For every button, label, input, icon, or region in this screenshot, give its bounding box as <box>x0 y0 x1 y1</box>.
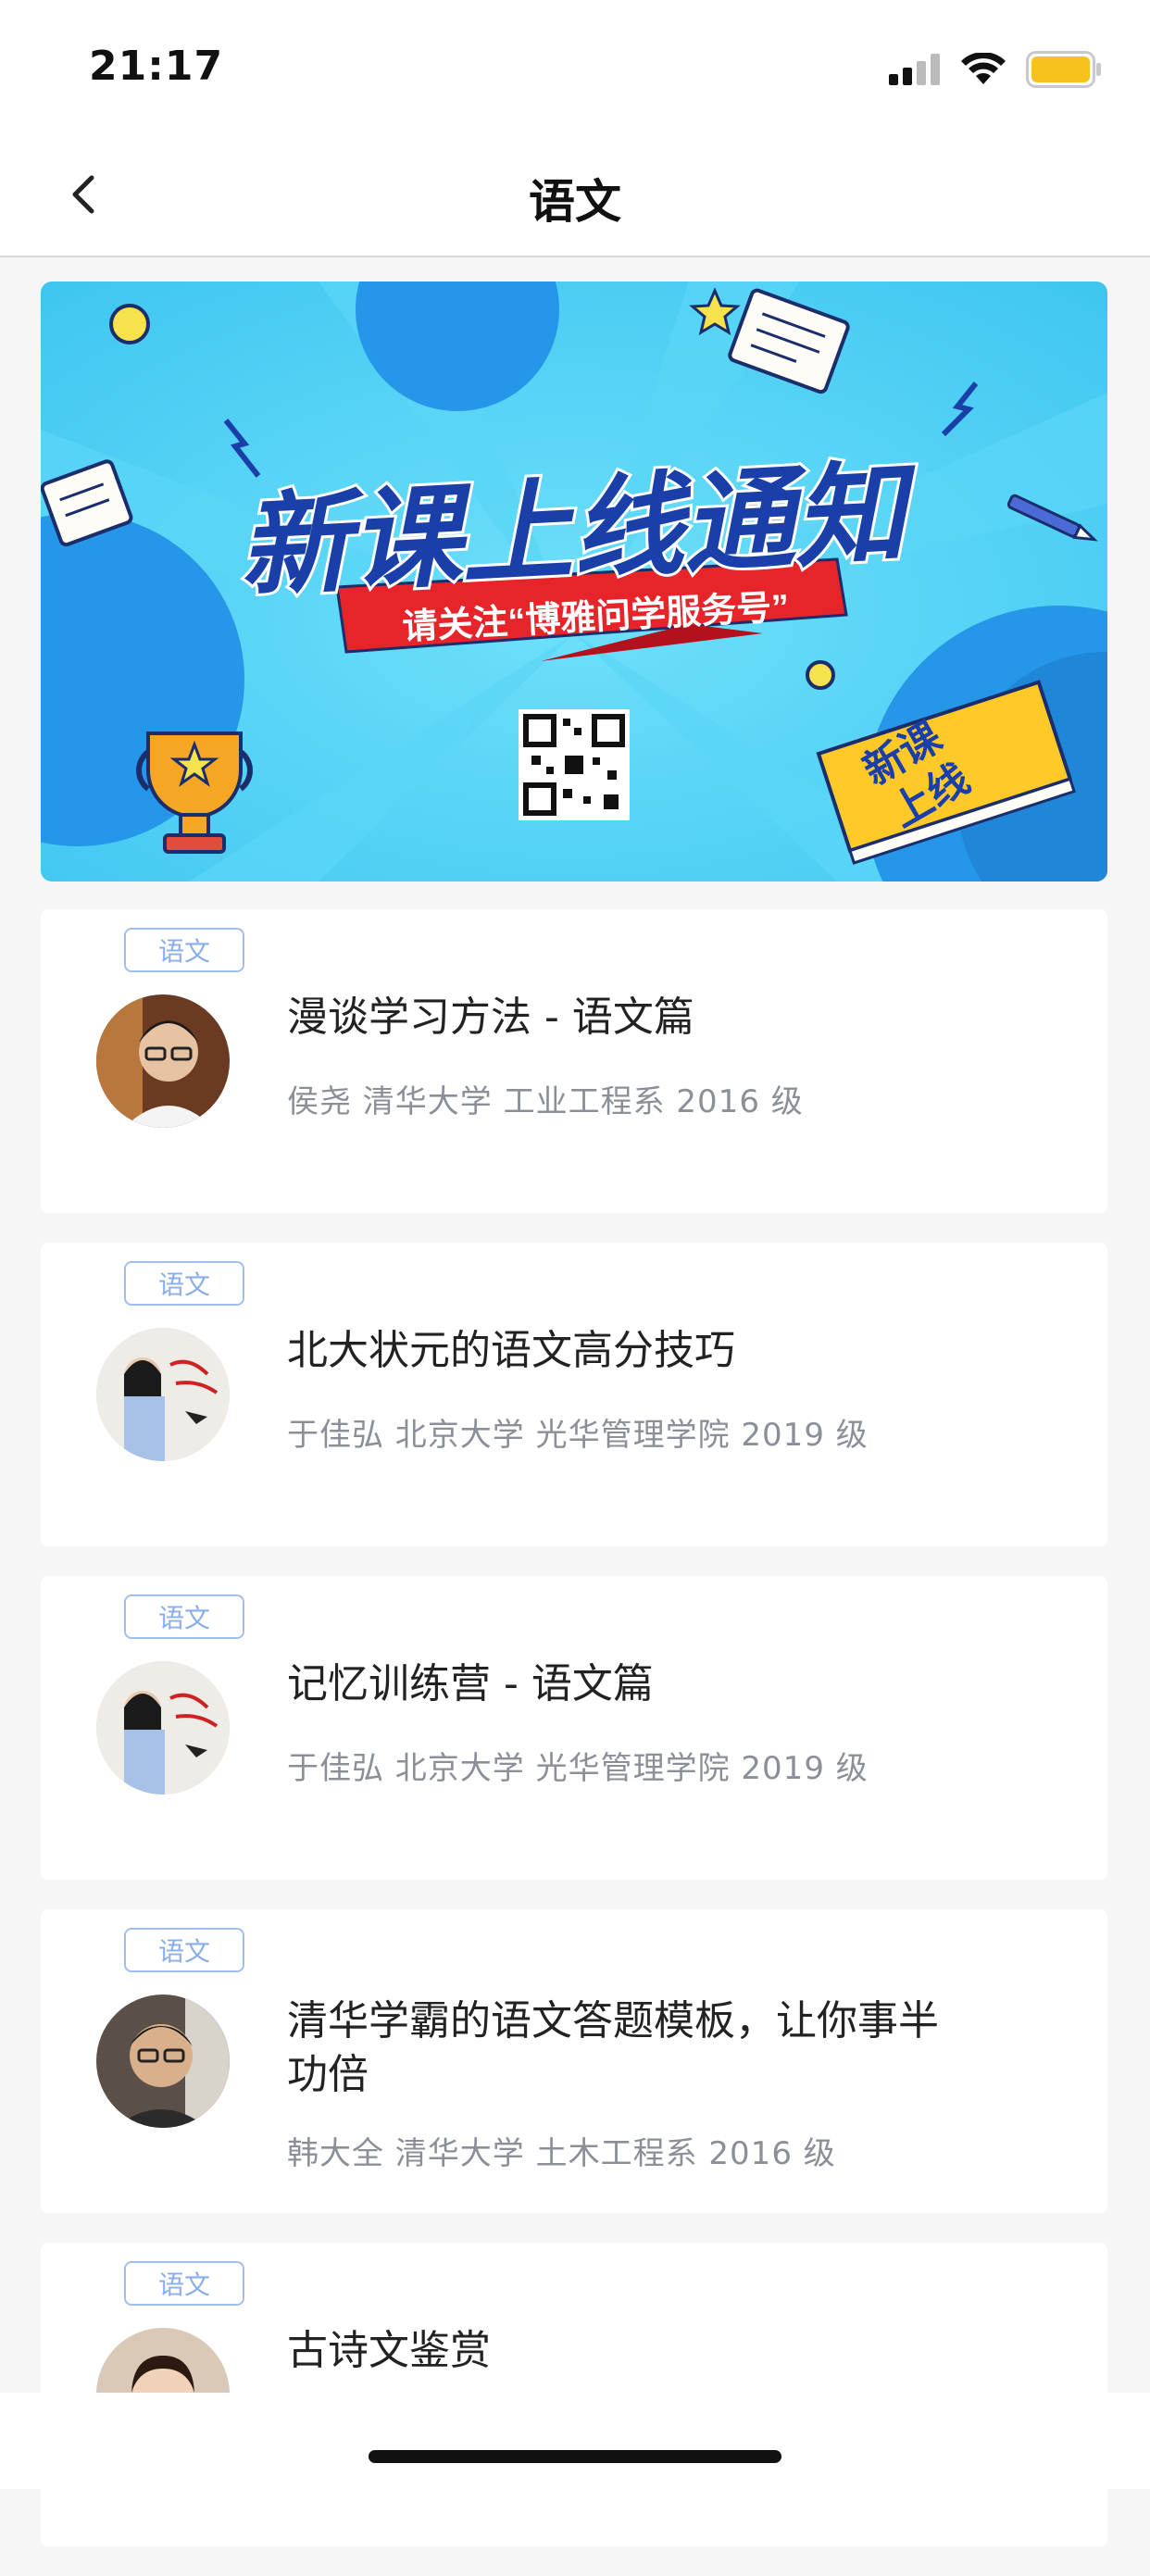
course-card[interactable]: 语文 清华学霸的语文答题模板，让你事半功倍 韩大全 清华大学 土木工程系 201… <box>41 1909 1107 2213</box>
banner-illustration: 新课 上线 新课上线通知 请关注“博雅问学服务号” <box>41 281 1107 882</box>
course-teacher-info: 于佳弘 北京大学 光华管理学院 2019 级 <box>287 1417 869 1454</box>
course-list: 语文 漫谈学习方法 - 语文篇 侯尧 清华大学 工业工程系 2016 级 语文 <box>41 909 1107 2576</box>
home-indicator-area <box>0 2393 1150 2489</box>
course-title: 漫谈学习方法 - 语文篇 <box>287 994 694 1041</box>
course-card[interactable]: 语文 北大状元的语文高分技巧 于佳弘 北京大学 光华管理学院 2019 级 <box>41 1243 1107 1546</box>
subject-tag: 语文 <box>124 1594 244 1639</box>
subject-tag: 语文 <box>124 1261 244 1306</box>
wifi-icon <box>961 53 1006 84</box>
course-title: 清华学霸的语文答题模板，让你事半功倍 <box>287 1997 939 2098</box>
avatar <box>96 1328 230 1461</box>
avatar <box>96 1995 230 2128</box>
battery-icon <box>1026 51 1101 88</box>
course-title: 记忆训练营 - 语文篇 <box>287 1660 654 1707</box>
subject-tag: 语文 <box>124 928 244 972</box>
status-icons <box>889 46 1102 93</box>
avatar <box>96 1661 230 1794</box>
course-card[interactable]: 语文 记忆训练营 - 语文篇 于佳弘 北京大学 光华管理学院 2019 级 <box>41 1576 1107 1880</box>
course-teacher-info: 侯尧 清华大学 工业工程系 2016 级 <box>287 1083 804 1120</box>
course-card[interactable]: 语文 漫谈学习方法 - 语文篇 侯尧 清华大学 工业工程系 2016 级 <box>41 909 1107 1213</box>
status-time: 21:17 <box>89 43 224 90</box>
course-teacher-info: 于佳弘 北京大学 光华管理学院 2019 级 <box>287 1750 869 1787</box>
subject-tag: 语文 <box>124 2261 244 2306</box>
avatar <box>96 994 230 1128</box>
course-title: 北大状元的语文高分技巧 <box>287 1327 735 1374</box>
subject-tag: 语文 <box>124 1928 244 1972</box>
cellular-signal-icon <box>889 54 940 85</box>
new-course-banner[interactable]: 新课 上线 新课上线通知 请关注“博雅问学服务号” <box>41 281 1107 882</box>
status-bar: 21:17 <box>0 0 1150 130</box>
navigation-bar: 语文 <box>0 130 1150 257</box>
course-teacher-info: 韩大全 清华大学 土木工程系 2016 级 <box>287 2135 836 2172</box>
qr-code-icon <box>519 709 630 820</box>
course-title: 古诗文鉴赏 <box>287 2327 491 2374</box>
home-indicator[interactable] <box>369 2450 781 2463</box>
page-title: 语文 <box>529 175 621 229</box>
